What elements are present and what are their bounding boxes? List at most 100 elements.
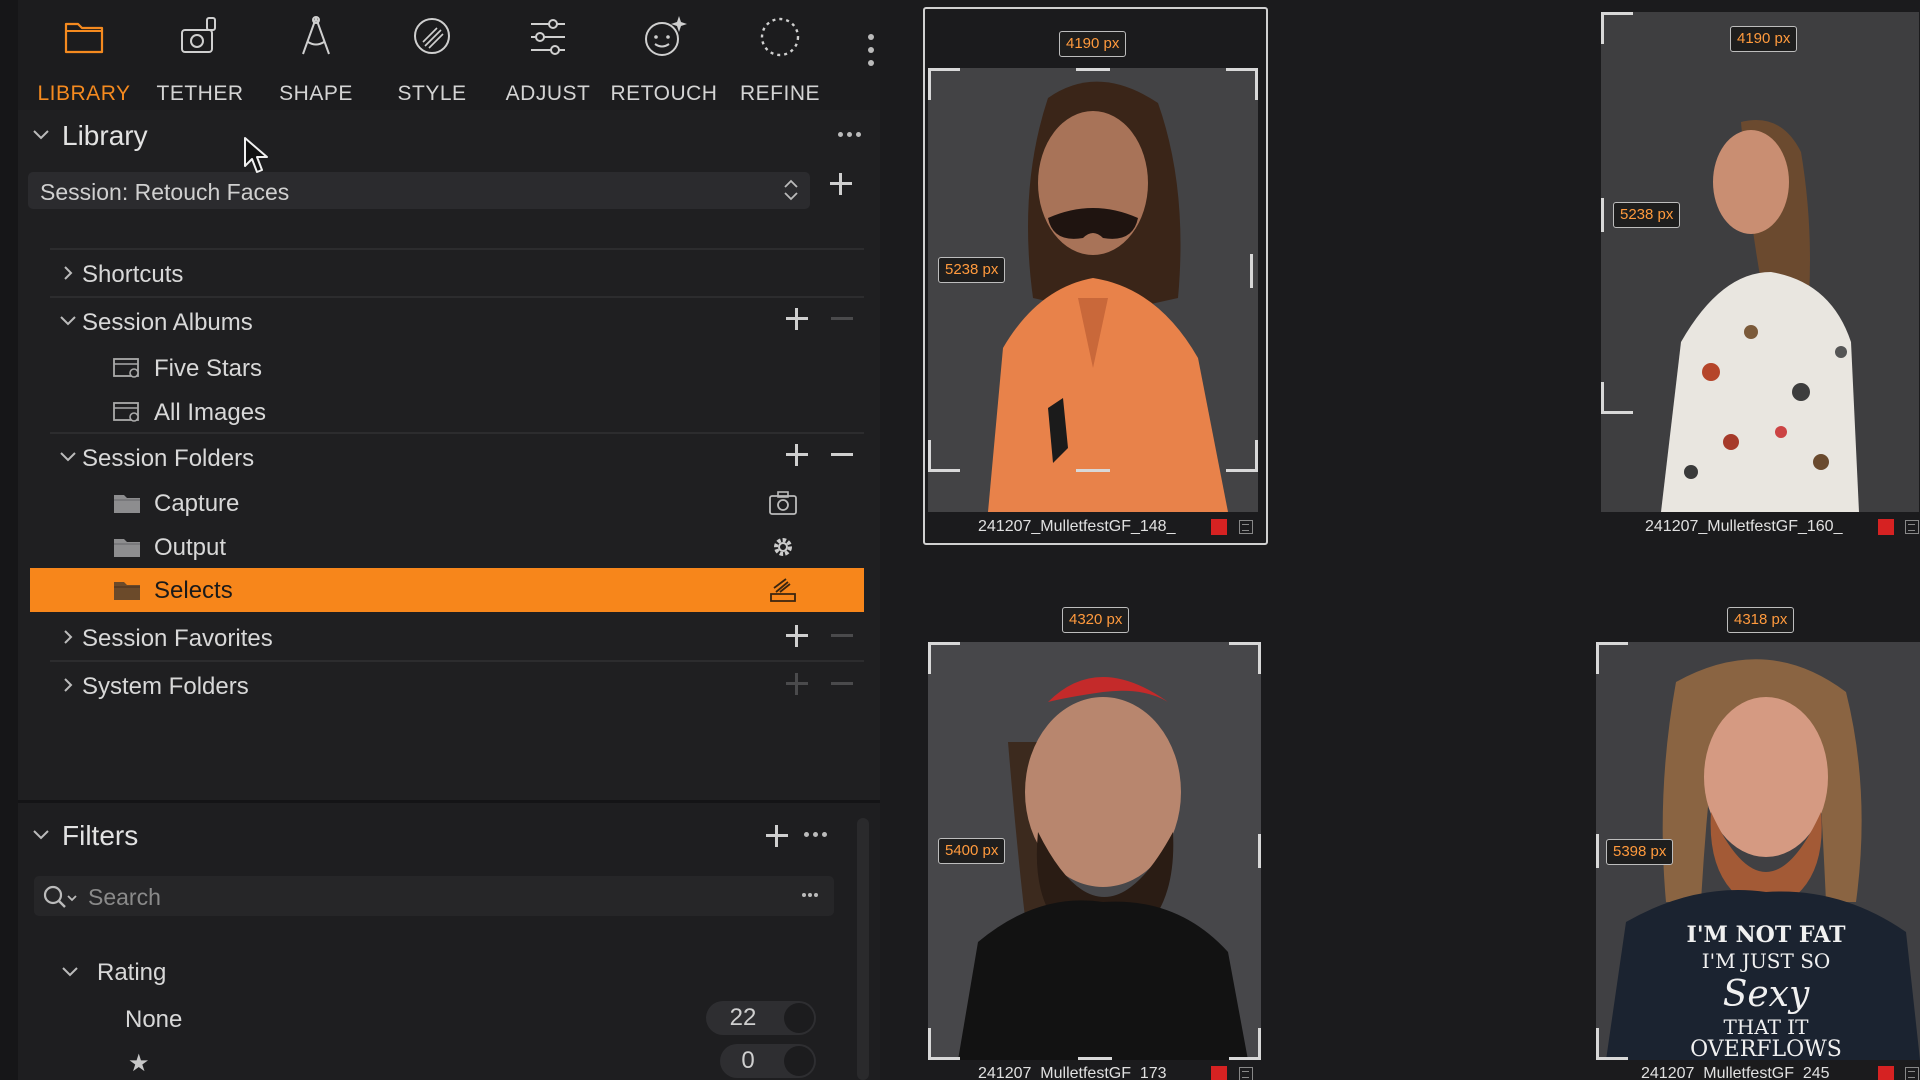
album-five-stars-label: Five Stars	[154, 355, 263, 382]
color-tag-red[interactable]	[1878, 1066, 1894, 1080]
tab-tether-label: TETHER	[156, 82, 244, 105]
divider	[50, 248, 864, 250]
rating-count-badge: 0	[720, 1044, 816, 1078]
remove-folder-button[interactable]	[829, 442, 855, 468]
album-all-images[interactable]: All Images	[30, 390, 864, 434]
folder-output[interactable]: Output	[30, 525, 864, 569]
metadata-icon[interactable]	[1239, 1067, 1253, 1080]
album-all-images-label: All Images	[154, 399, 267, 426]
library-section-header[interactable]: Library	[18, 112, 880, 160]
session-select[interactable]: Session: Retouch Faces	[28, 172, 810, 209]
metadata-icon[interactable]	[1905, 520, 1919, 534]
compass-shape-icon	[302, 16, 330, 55]
library-title: Library	[62, 120, 148, 151]
filters-section-header[interactable]: Filters	[18, 812, 880, 860]
rating-filter-header[interactable]: Rating	[30, 952, 790, 992]
smart-album-icon	[113, 402, 139, 422]
selects-tray-icon	[770, 578, 796, 602]
camera-tether-icon	[181, 17, 216, 53]
chevron-right-icon	[64, 678, 73, 692]
folder-capture-label: Capture	[154, 490, 240, 517]
tree-session-favorites-label: Session Favorites	[82, 625, 273, 652]
color-tag-red[interactable]	[1878, 519, 1894, 535]
metadata-icon[interactable]	[1905, 1067, 1919, 1080]
rating-none-row[interactable]: None 22	[30, 999, 816, 1039]
thumbnail-filename: 241207_MulletfestGF_148_	[978, 518, 1176, 535]
remove-favorite-button[interactable]	[829, 623, 855, 649]
search-input[interactable]: Search	[34, 876, 834, 916]
tab-refine[interactable]: REFINE	[722, 8, 838, 105]
shirt-text-2: I'M JUST SO	[1702, 949, 1831, 973]
width-tag: 4190 px	[1730, 26, 1798, 52]
rating-count-badge: 22	[706, 1001, 816, 1035]
album-five-stars[interactable]: Five Stars	[30, 346, 864, 390]
tree-session-favorites[interactable]: Session Favorites	[30, 616, 864, 660]
tool-tabs-toolbar: LIBRARY TETHER SHAPE STYLE ADJUST RETOUC…	[18, 0, 880, 110]
rating-one-star-row[interactable]: ★ 0	[30, 1042, 816, 1080]
divider	[50, 432, 864, 434]
rating-none-label: None	[125, 1006, 183, 1033]
folder-icon	[114, 539, 140, 557]
chevron-right-icon	[64, 266, 73, 280]
toolbar-more-icon[interactable]	[863, 34, 879, 80]
search-icon	[43, 885, 77, 908]
folder-selects-label: Selects	[154, 577, 233, 604]
filters-more-icon[interactable]	[804, 832, 834, 842]
add-filter-button[interactable]	[764, 823, 790, 849]
width-tag: 4190 px	[1059, 31, 1127, 57]
tab-adjust[interactable]: ADJUST	[490, 8, 606, 105]
search-options-icon[interactable]	[802, 893, 832, 903]
shirt-text-1: I'M NOT FAT	[1687, 922, 1847, 948]
shirt-text-3: Sexy	[1723, 974, 1810, 1015]
filters-scrollbar[interactable]	[857, 818, 869, 1080]
refine-circle-icon	[760, 17, 800, 57]
tree-shortcuts[interactable]: Shortcuts	[30, 252, 864, 296]
tree-session-albums[interactable]: Session Albums	[30, 300, 864, 344]
tab-library[interactable]: LIBRARY	[26, 8, 142, 105]
remove-system-folder-button[interactable]	[829, 671, 855, 697]
divider	[50, 296, 864, 298]
filters-title: Filters	[62, 820, 139, 851]
mouse-cursor-icon	[244, 137, 268, 173]
thumbnail-filename: 241207_MulletfestGF_245	[1641, 1065, 1830, 1080]
height-tag: 5398 px	[1606, 839, 1674, 865]
library-more-icon[interactable]	[838, 132, 868, 142]
add-album-button[interactable]	[784, 306, 810, 332]
add-favorite-button[interactable]	[784, 623, 810, 649]
tree-system-folders[interactable]: System Folders	[30, 664, 864, 708]
folder-capture[interactable]: Capture	[30, 481, 864, 525]
chevron-down-icon	[33, 830, 49, 840]
color-tag-red[interactable]	[1211, 519, 1227, 535]
tree-session-folders[interactable]: Session Folders	[30, 436, 864, 480]
thumbnail-filename: 241207_MulletfestGF_173	[978, 1065, 1167, 1080]
tab-adjust-label: ADJUST	[505, 82, 591, 105]
add-session-button[interactable]	[828, 171, 854, 197]
chevron-down-icon	[60, 316, 76, 326]
tab-shape-label: SHAPE	[279, 82, 353, 105]
rating-count: 22	[729, 1004, 757, 1031]
folder-icon	[64, 22, 104, 54]
tab-tether[interactable]: TETHER	[142, 8, 258, 105]
style-brush-icon	[414, 18, 450, 54]
photo-man-orange-shirt	[928, 68, 1258, 512]
gear-icon	[774, 538, 792, 556]
width-tag: 4320 px	[1062, 607, 1130, 633]
panel-edge	[0, 0, 18, 1080]
add-system-folder-button[interactable]	[784, 671, 810, 697]
metadata-icon[interactable]	[1239, 520, 1253, 534]
chevron-right-icon	[64, 630, 73, 644]
color-tag-red[interactable]	[1211, 1066, 1227, 1080]
tab-retouch[interactable]: RETOUCH	[606, 8, 722, 105]
rating-title: Rating	[97, 959, 167, 986]
tab-style[interactable]: STYLE	[374, 8, 490, 105]
folder-icon	[114, 495, 140, 513]
shirt-text-4: THAT IT	[1723, 1015, 1809, 1039]
retouch-face-icon	[645, 16, 687, 56]
width-tag: 4318 px	[1727, 607, 1795, 633]
folder-selects[interactable]: Selects	[30, 568, 864, 612]
chevron-down-icon	[33, 130, 49, 140]
remove-album-button[interactable]	[829, 306, 855, 332]
tab-shape[interactable]: SHAPE	[258, 8, 374, 105]
search-placeholder: Search	[88, 884, 161, 910]
add-folder-button[interactable]	[784, 442, 810, 468]
